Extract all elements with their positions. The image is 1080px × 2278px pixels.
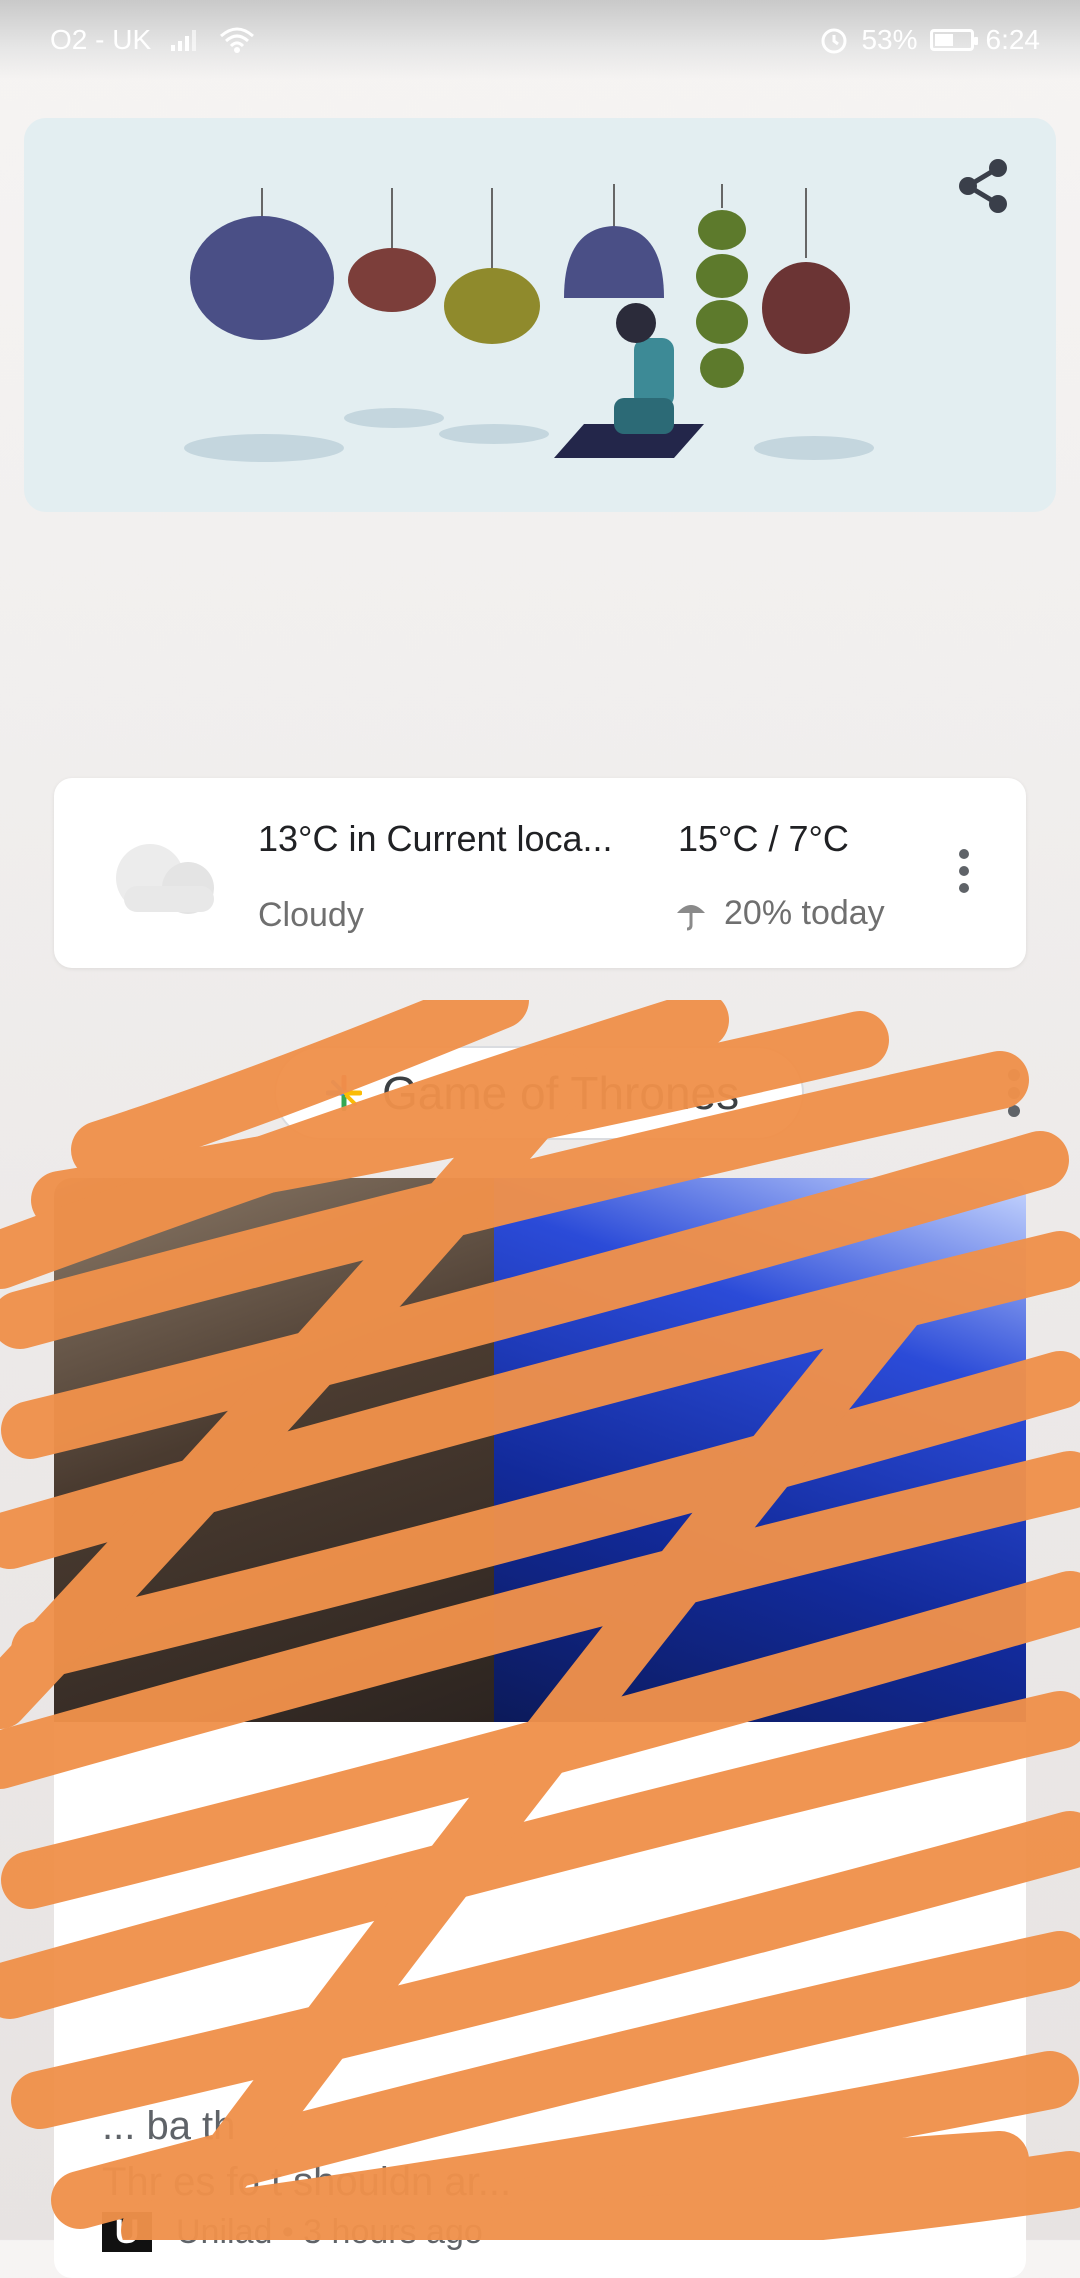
source-logo-icon: U xyxy=(102,2212,152,2252)
article-source-row: U Unilad • 3 hours ago xyxy=(102,2212,483,2252)
article-image-left xyxy=(54,1178,494,1722)
doodle-card[interactable] xyxy=(24,118,1056,512)
battery-percent: 53% xyxy=(861,24,918,55)
wifi-icon xyxy=(220,27,255,53)
article-snippet-line-1: ... ba th xyxy=(102,2104,236,2148)
alarm-icon xyxy=(821,28,847,54)
weather-card[interactable]: 13°C in Current loca... Cloudy 15°C / 7°… xyxy=(54,778,1026,968)
topic-label: Game of Thrones xyxy=(382,1067,740,1119)
topic-more-icon[interactable] xyxy=(1006,1068,1022,1118)
status-bar: O2 - UK 53% 6:24 xyxy=(0,0,1080,80)
battery-level xyxy=(934,34,953,46)
article-card[interactable]: ... ba th Thr es fo t shouldn ar... U Un… xyxy=(54,1178,1026,2278)
rain-label: 20% today xyxy=(724,894,885,932)
article-snippet-line-2: Thr es fo t shouldn ar... xyxy=(102,2160,512,2204)
umbrella-icon xyxy=(677,904,705,930)
battery-icon xyxy=(929,29,978,51)
google-spark-icon xyxy=(326,1075,362,1111)
carrier-label: O2 - UK xyxy=(50,24,152,55)
weather-rain-chance: 20% today xyxy=(674,894,885,933)
article-image-right xyxy=(494,1178,1026,1722)
weather-temp-location: 13°C in Current loca... xyxy=(258,818,613,859)
weather-condition: Cloudy xyxy=(258,896,364,934)
share-icon[interactable] xyxy=(952,154,1016,218)
signal-icon xyxy=(171,30,197,51)
weather-temp-range: 15°C / 7°C xyxy=(678,818,849,859)
article-source: Unilad • 3 hours ago xyxy=(176,2212,483,2251)
topic-chip[interactable]: Game of Thrones xyxy=(274,1046,804,1140)
cloud-icon xyxy=(116,844,214,914)
clock: 6:24 xyxy=(985,24,1041,55)
doodle-illustration xyxy=(184,184,874,462)
article-snippet: ... ba th Thr es fo t shouldn ar... xyxy=(102,2098,982,2210)
weather-more-icon[interactable] xyxy=(956,848,972,894)
